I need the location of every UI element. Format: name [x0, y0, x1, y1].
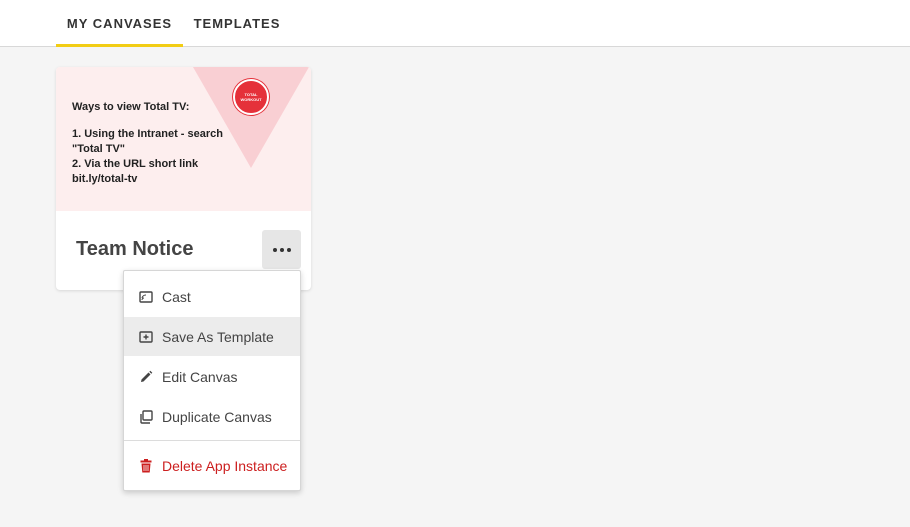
menu-item-label: Edit Canvas	[162, 368, 238, 385]
menu-item-label: Delete App Instance	[162, 457, 288, 474]
thumbnail-line: "Total TV"	[72, 143, 126, 155]
thumbnail-line: 1. Using the Intranet - search	[72, 128, 223, 140]
ellipsis-dot	[286, 247, 291, 252]
menu-item-save-as-template[interactable]: Save As Template	[124, 317, 300, 356]
menu-item-edit-canvas[interactable]: Edit Canvas	[124, 357, 300, 396]
tab-templates[interactable]: TEMPLATES	[188, 0, 286, 47]
top-tab-bar: MY CANVASES TEMPLATES	[0, 0, 910, 47]
menu-divider	[124, 440, 300, 441]
thumbnail-heading: Ways to view Total TV:	[72, 101, 190, 113]
pencil-icon	[138, 369, 153, 384]
cast-icon	[138, 289, 153, 304]
canvas-options-menu: Cast Save As Template Edit Canvas Duplic…	[123, 270, 301, 491]
menu-item-delete-app-instance[interactable]: Delete App Instance	[124, 446, 300, 485]
canvas-card[interactable]: TOTAL WORKOUT Ways to view Total TV: 1. …	[56, 67, 311, 290]
active-tab-indicator	[56, 44, 183, 47]
thumbnail-line: 2. Via the URL short link	[72, 158, 199, 170]
menu-item-label: Save As Template	[162, 328, 274, 345]
trash-icon	[138, 458, 153, 473]
canvas-thumbnail[interactable]: TOTAL WORKOUT Ways to view Total TV: 1. …	[56, 67, 311, 211]
ellipsis-dot	[279, 247, 284, 252]
more-options-button[interactable]	[262, 230, 301, 269]
save-template-icon	[138, 329, 153, 344]
duplicate-icon	[138, 409, 153, 424]
menu-item-label: Duplicate Canvas	[162, 408, 272, 425]
canvas-title: Team Notice	[76, 238, 194, 260]
menu-item-cast[interactable]: Cast	[124, 277, 300, 316]
thumbnail-text: Ways to view Total TV: 1. Using the Intr…	[72, 100, 242, 187]
tab-my-canvases[interactable]: MY CANVASES	[56, 0, 183, 47]
thumbnail-line: bit.ly/total-tv	[72, 173, 138, 185]
menu-item-label: Cast	[162, 288, 191, 305]
ellipsis-icon	[272, 247, 277, 252]
menu-item-duplicate-canvas[interactable]: Duplicate Canvas	[124, 397, 300, 436]
